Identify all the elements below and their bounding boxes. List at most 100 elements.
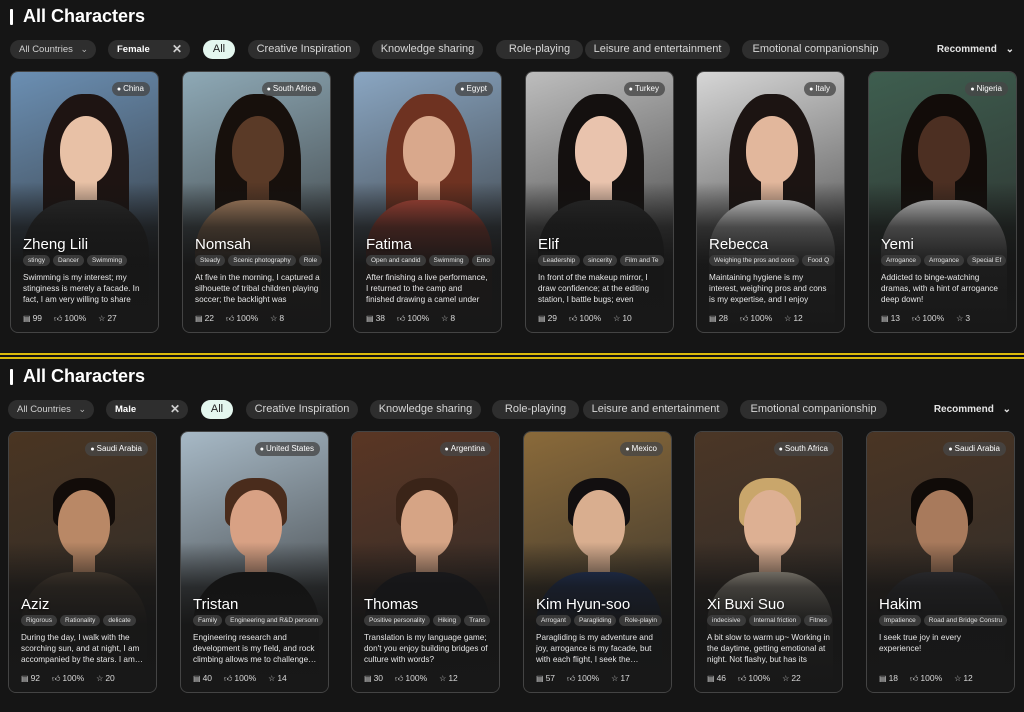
category-leisure-entertainment[interactable]: Leisure and entertainment <box>585 40 730 59</box>
character-tag: Role <box>298 255 323 266</box>
like-rate-value: 100% <box>579 313 602 323</box>
location-pin-icon: ● <box>628 86 633 93</box>
category-leisure-entertainment[interactable]: Leisure and entertainment <box>583 400 728 419</box>
favorite-count: ☆ 12 <box>784 313 809 323</box>
like-rate: 👍︎ 100% <box>224 673 262 683</box>
chat-count-value: 92 <box>30 673 41 683</box>
thumbs-up-icon: 👍︎ <box>569 314 578 323</box>
character-card[interactable]: ● Nigeria Yemi Arrogance Arrogance Special Ef… <box>868 71 1017 333</box>
like-rate-value: 100% <box>62 673 85 683</box>
gender-filter[interactable]: Female ✕ <box>108 40 190 59</box>
character-card[interactable]: ● United States Tristan Family Engineering a… <box>180 431 329 693</box>
category-creative-inspiration[interactable]: Creative Inspiration <box>248 40 360 59</box>
character-name: Thomas <box>364 596 419 613</box>
like-rate: 👍︎ 100% <box>395 673 433 683</box>
page-title: All Characters <box>23 6 146 26</box>
thumbs-up-icon: 👍︎ <box>738 674 747 683</box>
category-all[interactable]: All <box>201 400 233 419</box>
character-description: After finishing a live performance, I re… <box>366 273 488 304</box>
country-label: Saudi Arabia <box>954 444 1000 453</box>
chat-icon: ▤ <box>364 674 372 683</box>
character-stats: ▤ 38 👍︎ 100% ☆ 8 <box>366 313 467 324</box>
character-tag: Leadership <box>538 255 581 266</box>
country-dropdown[interactable]: All Countries ⌄ <box>10 40 96 59</box>
character-card[interactable]: ● Turkey Elif Leadership sincerity Film and T… <box>525 71 674 333</box>
chat-count: ▤ 92 <box>21 673 46 683</box>
like-rate: 👍︎ 100% <box>54 313 92 323</box>
chat-count-value: 99 <box>32 313 43 323</box>
character-card[interactable]: ● South Africa Xi Buxi Suo indecisive Intern… <box>694 431 843 693</box>
like-rate-value: 100% <box>234 673 257 683</box>
category-all[interactable]: All <box>203 40 235 59</box>
country-dropdown[interactable]: All Countries ⌄ <box>8 400 94 419</box>
category-role-playing[interactable]: Role-playing <box>496 40 583 59</box>
thumbs-up-icon: 👍︎ <box>224 674 233 683</box>
like-rate: 👍︎ 100% <box>910 673 948 683</box>
favorite-count-value: 17 <box>620 673 630 683</box>
character-description: Swimming is my interest; my stinginess i… <box>23 273 140 304</box>
chat-icon: ▤ <box>538 314 546 323</box>
star-icon: ☆ <box>439 674 447 683</box>
character-card[interactable]: ● Egypt Fatima Open and candid Swimming Emo Af… <box>353 71 502 333</box>
character-tag: Steady <box>195 255 226 266</box>
character-tags: Arrogance Arrogance Special Ef <box>881 255 1012 266</box>
like-rate: 👍︎ 100% <box>569 313 607 323</box>
favorite-count-value: 20 <box>105 673 115 683</box>
chat-icon: ▤ <box>881 314 889 323</box>
location-pin-icon: ● <box>266 86 271 93</box>
character-card[interactable]: ● Saudi Arabia Hakim Impatience Road and Bri… <box>866 431 1015 693</box>
country-badge: ● Italy <box>804 82 836 96</box>
character-name: Hakim <box>879 596 922 613</box>
character-stats: ▤ 57 👍︎ 100% ☆ 17 <box>536 673 642 684</box>
star-icon: ☆ <box>98 314 106 323</box>
sort-dropdown[interactable]: Recommend ⌄ <box>934 400 1011 419</box>
sort-dropdown[interactable]: Recommend ⌄ <box>937 40 1014 59</box>
category-knowledge-sharing[interactable]: Knowledge sharing <box>370 400 481 419</box>
chat-count-value: 22 <box>204 313 215 323</box>
character-tag: Arrogant <box>536 615 571 626</box>
character-card[interactable]: ● Italy Rebecca Weighing the pros and cons F… <box>696 71 845 333</box>
clear-icon[interactable]: ✕ <box>172 40 182 59</box>
category-emotional-companionship[interactable]: Emotional companionship <box>742 40 889 59</box>
chat-count: ▤ 13 <box>881 313 906 323</box>
portrait-face <box>60 116 112 184</box>
chat-count-value: 38 <box>375 313 386 323</box>
clear-icon[interactable]: ✕ <box>170 400 180 419</box>
thumbs-up-icon: 👍︎ <box>54 314 63 323</box>
star-icon: ☆ <box>270 314 278 323</box>
portrait-face <box>746 116 798 184</box>
country-label: Nigeria <box>976 84 1002 93</box>
like-rate-value: 100% <box>750 313 773 323</box>
chevron-down-icon: ⌄ <box>80 44 88 54</box>
gender-filter[interactable]: Male ✕ <box>106 400 188 419</box>
character-card[interactable]: ● Saudi Arabia Aziz Rigorous Rationality deli… <box>8 431 157 693</box>
category-knowledge-sharing[interactable]: Knowledge sharing <box>372 40 483 59</box>
character-card[interactable]: ● South Africa Nomsah Steady Scenic photogra… <box>182 71 331 333</box>
country-label: Mexico <box>631 444 657 453</box>
category-creative-inspiration[interactable]: Creative Inspiration <box>246 400 358 419</box>
character-tags: stingy Dancer Swimming <box>23 255 154 266</box>
character-description: At five in the morning, I captured a sil… <box>195 273 320 304</box>
section-divider <box>0 352 1024 360</box>
star-icon: ☆ <box>441 314 449 323</box>
like-rate: 👍︎ 100% <box>567 673 605 683</box>
country-label: Saudi Arabia <box>96 444 142 453</box>
chat-icon: ▤ <box>366 314 374 323</box>
chat-count: ▤ 29 <box>538 313 563 323</box>
chat-icon: ▤ <box>23 314 31 323</box>
character-grid: ● Saudi Arabia Aziz Rigorous Rationality deli… <box>8 431 1022 693</box>
favorite-count: ☆ 17 <box>611 673 636 683</box>
character-card[interactable]: ● China Zheng Lili stingy Dancer Swimming Swim… <box>10 71 159 333</box>
character-stats: ▤ 40 👍︎ 100% ☆ 14 <box>193 673 299 684</box>
favorite-count: ☆ 12 <box>954 673 979 683</box>
character-tag: Dancer <box>52 255 84 266</box>
chat-icon: ▤ <box>879 674 887 683</box>
chevron-down-icon: ⌄ <box>1005 44 1014 55</box>
category-role-playing[interactable]: Role-playing <box>492 400 579 419</box>
character-card[interactable]: ● Mexico Kim Hyun-soo Arrogant Paragliding Ro… <box>523 431 672 693</box>
character-name: Aziz <box>21 596 50 613</box>
character-card[interactable]: ● Argentina Thomas Positive personality Hiki… <box>351 431 500 693</box>
category-emotional-companionship[interactable]: Emotional companionship <box>740 400 887 419</box>
character-tag: Weighing the pros and cons <box>709 255 800 266</box>
chat-count: ▤ 38 <box>366 313 391 323</box>
